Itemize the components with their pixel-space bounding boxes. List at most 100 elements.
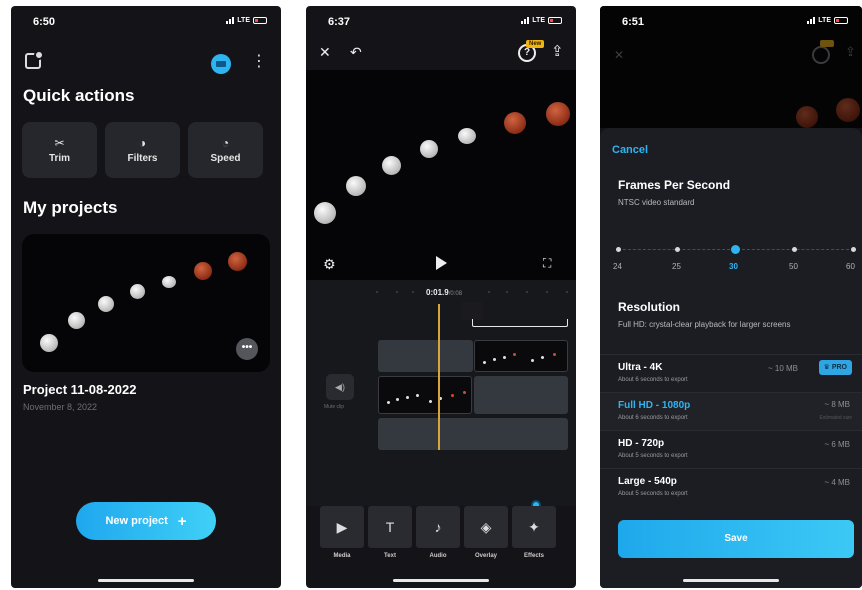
fps-stop-30[interactable] — [731, 245, 740, 254]
crown-icon: ♛ — [823, 364, 832, 371]
save-button[interactable]: Save — [618, 520, 854, 558]
mute-clip-button[interactable]: ◀) — [326, 374, 354, 400]
moon-image — [382, 156, 401, 175]
overlay-clip[interactable] — [474, 340, 568, 372]
resolution-option-720p[interactable]: HD - 720p About 5 seconds to export ~ 6 … — [600, 430, 862, 468]
project-more-button[interactable]: ••• — [236, 338, 258, 360]
project-thumbnail[interactable]: ••• — [22, 234, 270, 372]
resolution-subtitle: Full HD: crystal-clear playback for larg… — [618, 320, 791, 329]
timeline-tick — [526, 291, 528, 293]
play-icon[interactable] — [436, 256, 447, 270]
resolution-name: Full HD - 1080p — [618, 400, 691, 411]
resolution-size: ~ 4 MB — [824, 478, 850, 487]
effects-tool[interactable]: ✦ Effects — [512, 506, 556, 559]
home-indicator — [98, 579, 194, 582]
fps-subtitle: NTSC video standard — [618, 198, 695, 207]
speed-label: Speed — [210, 152, 241, 164]
battery-icon — [548, 17, 562, 24]
effects-label: Effects — [523, 553, 544, 559]
resolution-size: ~ 10 MB — [767, 364, 798, 373]
video-clip-2[interactable] — [474, 376, 568, 414]
fps-stop-50[interactable] — [792, 247, 797, 252]
project-date: November 8, 2022 — [23, 402, 98, 412]
battery-icon — [253, 17, 267, 24]
timeline-tick — [376, 291, 378, 293]
text-tool[interactable]: T Text — [368, 506, 412, 559]
filters-icon: ◑ — [138, 135, 147, 150]
cancel-button[interactable]: Cancel — [612, 144, 648, 156]
overlay-clip-thumb[interactable] — [461, 302, 483, 320]
moon-image — [130, 284, 145, 299]
signal-icon — [807, 17, 816, 24]
moon-image — [40, 334, 58, 352]
overlay-label: Overlay — [474, 553, 498, 559]
layers-icon: ◈ — [464, 506, 508, 548]
text-label: Text — [384, 553, 396, 559]
moon-image — [420, 140, 438, 158]
quick-actions-title: Quick actions — [23, 86, 135, 105]
plus-icon: + — [177, 512, 187, 530]
moon-dot — [541, 356, 544, 359]
timeline-tick — [506, 291, 508, 293]
moon-dot — [483, 361, 486, 364]
timeline-tick — [396, 291, 398, 293]
video-clip-1[interactable] — [378, 376, 472, 414]
media-tool[interactable]: ▶ Media — [320, 506, 364, 559]
moon-image — [546, 102, 570, 126]
resolution-option-4k[interactable]: Ultra - 4K About 6 seconds to export ~ 1… — [600, 354, 862, 392]
audio-track[interactable] — [378, 340, 473, 372]
signal-icon — [226, 17, 235, 24]
fps-label-24: 24 — [613, 262, 622, 271]
fps-stop-24[interactable] — [616, 247, 621, 252]
resolution-name: Ultra - 4K — [618, 362, 663, 373]
moon-dot — [503, 356, 506, 359]
text-track[interactable] — [378, 418, 568, 450]
status-time: 6:51 — [622, 16, 645, 28]
audio-tool[interactable]: ♪ Audio — [416, 506, 460, 559]
speaker-icon: ◀) — [335, 382, 345, 392]
undo-icon[interactable]: ↶ — [350, 44, 362, 61]
moon-image — [458, 128, 476, 144]
clip-trim-bracket[interactable] — [472, 319, 568, 327]
resolution-export-time: About 5 seconds to export — [618, 453, 688, 459]
video-preview[interactable] — [306, 70, 576, 280]
notes-icon[interactable] — [25, 50, 44, 69]
magic-wand-icon: ✦ — [512, 506, 556, 548]
moon-dot — [396, 398, 399, 401]
speed-button[interactable]: ◔ Speed — [188, 122, 263, 178]
moon-dot — [463, 391, 466, 394]
fps-label-50: 50 — [789, 262, 798, 271]
resolution-option-1080p[interactable]: Full HD - 1080p About 6 seconds to expor… — [600, 392, 862, 430]
premium-crown-icon[interactable] — [211, 54, 231, 74]
fullscreen-icon[interactable]: ⛶ — [543, 256, 551, 271]
status-bar: 6:51 LTE — [600, 14, 862, 30]
moon-image — [228, 252, 247, 271]
moon-dot — [406, 396, 409, 399]
network-label: LTE — [532, 17, 545, 24]
fps-stop-60[interactable] — [851, 247, 856, 252]
close-icon[interactable]: ✕ — [319, 44, 331, 61]
moon-image — [314, 202, 336, 224]
project-title[interactable]: Project 11-08-2022 — [23, 382, 136, 397]
pro-badge: ♛ PRO — [818, 360, 852, 375]
settings-gear-icon[interactable]: ⚙ — [323, 256, 336, 273]
resolution-export-time: About 5 seconds to export — [618, 491, 688, 497]
status-signal: LTE — [807, 17, 848, 24]
resolution-option-540p[interactable]: Large - 540p About 5 seconds to export ~… — [600, 468, 862, 506]
moon-image — [346, 176, 366, 196]
trim-button[interactable]: ✂ Trim — [22, 122, 97, 178]
new-project-label: New project — [105, 515, 168, 527]
timeline[interactable]: 0:01.9/0:08 ◀) Mute clip — [306, 280, 576, 506]
resolution-title: Resolution — [618, 300, 680, 314]
new-project-button[interactable]: New project + — [76, 502, 216, 540]
moon-image — [194, 262, 212, 280]
text-icon: T — [368, 506, 412, 548]
more-options-icon[interactable]: ⋮ — [251, 54, 267, 70]
playhead[interactable] — [438, 304, 440, 450]
share-icon[interactable]: ⇪ — [551, 42, 564, 60]
filters-button[interactable]: ◑ Filters — [105, 122, 180, 178]
timecode: 0:01.9/0:08 — [426, 288, 462, 297]
fps-stop-25[interactable] — [675, 247, 680, 252]
overlay-tool[interactable]: ◈ Overlay — [464, 506, 508, 559]
home-indicator — [393, 579, 489, 582]
